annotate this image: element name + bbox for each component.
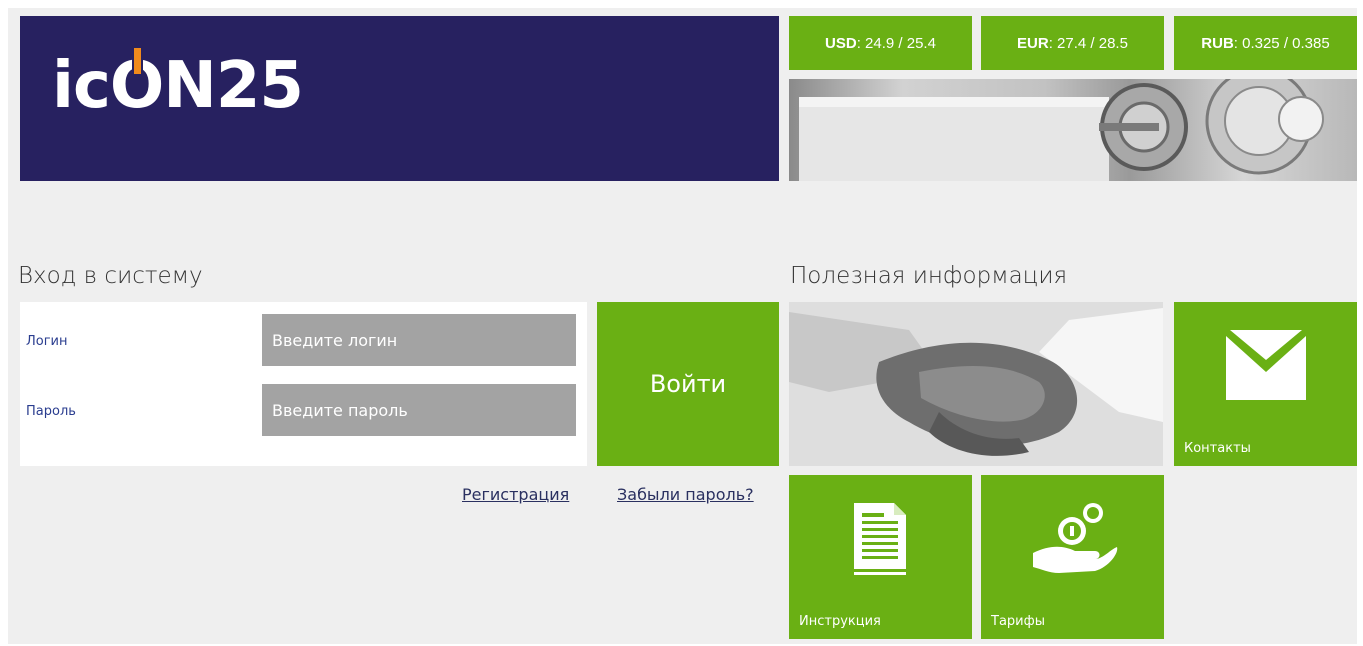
login-label: Логин	[26, 334, 68, 349]
handshake-image[interactable]	[789, 302, 1163, 466]
document-icon	[854, 503, 906, 575]
rate-code: USD	[825, 34, 857, 52]
envelope-icon	[1226, 330, 1306, 400]
rate-code: EUR	[1017, 34, 1049, 52]
logo-o: O	[110, 46, 164, 118]
login-section-title: Вход в систему	[18, 263, 203, 289]
handshake-illustration	[789, 302, 1163, 466]
password-label: Пароль	[26, 404, 76, 419]
login-form: Логин Пароль	[20, 302, 587, 466]
rate-value: : 24.9 / 25.4	[856, 34, 936, 52]
tariffs-label: Тарифы	[991, 614, 1045, 629]
page: icO N25 USD: 24.9 / 25.4 EUR: 27.4 / 28.5…	[8, 8, 1357, 644]
rate-rub: RUB: 0.325 / 0.385	[1174, 16, 1357, 70]
instructions-label: Инструкция	[799, 614, 881, 629]
login-input[interactable]	[262, 314, 576, 366]
logo-text-end: N25	[163, 49, 304, 123]
logo-exclamation-icon	[131, 46, 143, 76]
rate-value: : 27.4 / 28.5	[1048, 34, 1128, 52]
info-section-title: Полезная информация	[790, 263, 1068, 289]
contacts-label: Контакты	[1184, 441, 1251, 456]
rate-usd: USD: 24.9 / 25.4	[789, 16, 972, 70]
logo-text-start: ic	[52, 49, 111, 123]
instructions-tile[interactable]: Инструкция	[789, 475, 972, 639]
rate-eur: EUR: 27.4 / 28.5	[981, 16, 1164, 70]
forgot-password-link[interactable]: Забыли пароль?	[617, 485, 754, 504]
safe-banner-image	[789, 79, 1357, 181]
money-hand-icon	[1033, 503, 1118, 573]
rate-value: : 0.325 / 0.385	[1233, 34, 1330, 52]
logo: icO N25	[52, 46, 304, 118]
login-button[interactable]: Войти	[597, 302, 779, 466]
safe-illustration	[799, 79, 1324, 181]
tariffs-tile[interactable]: Тарифы	[981, 475, 1164, 639]
password-input[interactable]	[262, 384, 576, 436]
contacts-tile[interactable]: Контакты	[1174, 302, 1357, 466]
register-link[interactable]: Регистрация	[462, 485, 569, 504]
logo-banner[interactable]: icO N25	[20, 16, 779, 181]
rate-code: RUB	[1201, 34, 1234, 52]
